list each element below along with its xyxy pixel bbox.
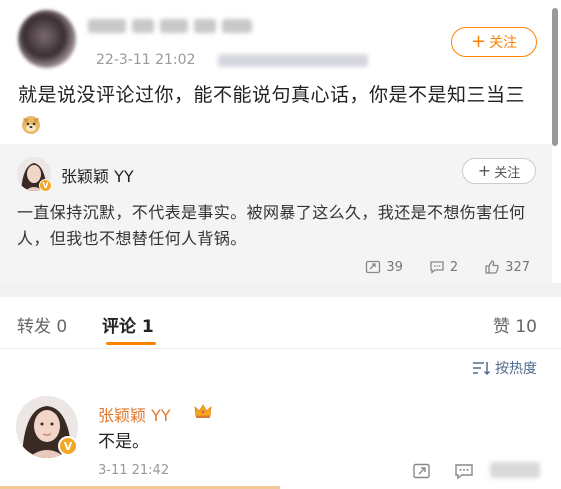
comment-time: 3-11 21:42 [98, 463, 170, 478]
poster-name-redacted [88, 18, 278, 40]
post-text: 就是说没评论过你，能不能说句真心话，你是不是知三当三 [18, 80, 538, 140]
follow-button[interactable]: + 关注 [451, 27, 537, 57]
commenter-name[interactable]: 张颖颖 YY [98, 402, 171, 426]
verified-badge-icon: V [39, 179, 52, 192]
quoted-post[interactable]: V 张颖颖 YY + 关注 一直保持沉默，不代表是事实。被网暴了这么久，我还是不… [0, 144, 552, 283]
scrollbar[interactable] [552, 8, 558, 146]
plus-icon: + [470, 31, 487, 52]
quoted-follow-button[interactable]: + 关注 [462, 158, 536, 184]
quoted-author-name[interactable]: 张颖颖 YY [61, 163, 134, 187]
comment-count: 2 [449, 259, 459, 275]
tab-repost[interactable]: 转发 0 [17, 312, 67, 337]
plus-icon: + [477, 161, 492, 180]
comment-like-redacted [490, 462, 540, 478]
comment-text: 不是。 [98, 432, 149, 452]
section-divider [0, 283, 561, 297]
tab-like[interactable]: 赞 10 [493, 312, 537, 337]
repost-icon [366, 260, 381, 274]
sort-label: 按热度 [495, 361, 537, 377]
verified-badge-icon: V [58, 436, 78, 456]
comment-stat[interactable]: 2 [429, 259, 458, 275]
sort-icon [473, 362, 490, 376]
active-tab-indicator [106, 342, 156, 345]
quoted-text: 一直保持沉默，不代表是事实。被网暴了这么久，我还是不想伤害任何人，但我也不想替任… [17, 203, 526, 248]
follow-label: 关注 [489, 35, 518, 51]
reply-icon[interactable] [454, 462, 474, 480]
post-body: 就是说没评论过你，能不能说句真心话，你是不是知三当三 [18, 84, 526, 106]
post-date: 22-3-11 21:02 [96, 52, 196, 68]
thumbs-up-icon [485, 260, 499, 274]
like-stat[interactable]: 327 [484, 259, 530, 275]
post-meta-redacted [218, 54, 368, 67]
poster-avatar[interactable] [18, 10, 76, 68]
original-post: 22-3-11 21:02 + 关注 就是说没评论过你，能不能说句真心话，你是不… [0, 0, 561, 283]
tab-comment[interactable]: 评论 1 [102, 312, 154, 337]
repost-stat[interactable]: 39 [365, 259, 403, 275]
repost-count: 39 [386, 259, 403, 275]
crown-icon [194, 404, 212, 418]
comment-actions [412, 462, 474, 480]
feedback-tabs: 转发 0 评论 1 赞 10 [0, 297, 561, 349]
quoted-follow-label: 关注 [494, 165, 521, 181]
doge-emoji-icon [22, 116, 40, 134]
share-icon[interactable] [412, 462, 432, 480]
comment-icon [430, 261, 444, 274]
like-count: 327 [505, 259, 530, 275]
quoted-stats: 39 2 327 [365, 259, 530, 275]
sort-by-hot-button[interactable]: 按热度 [472, 358, 537, 378]
